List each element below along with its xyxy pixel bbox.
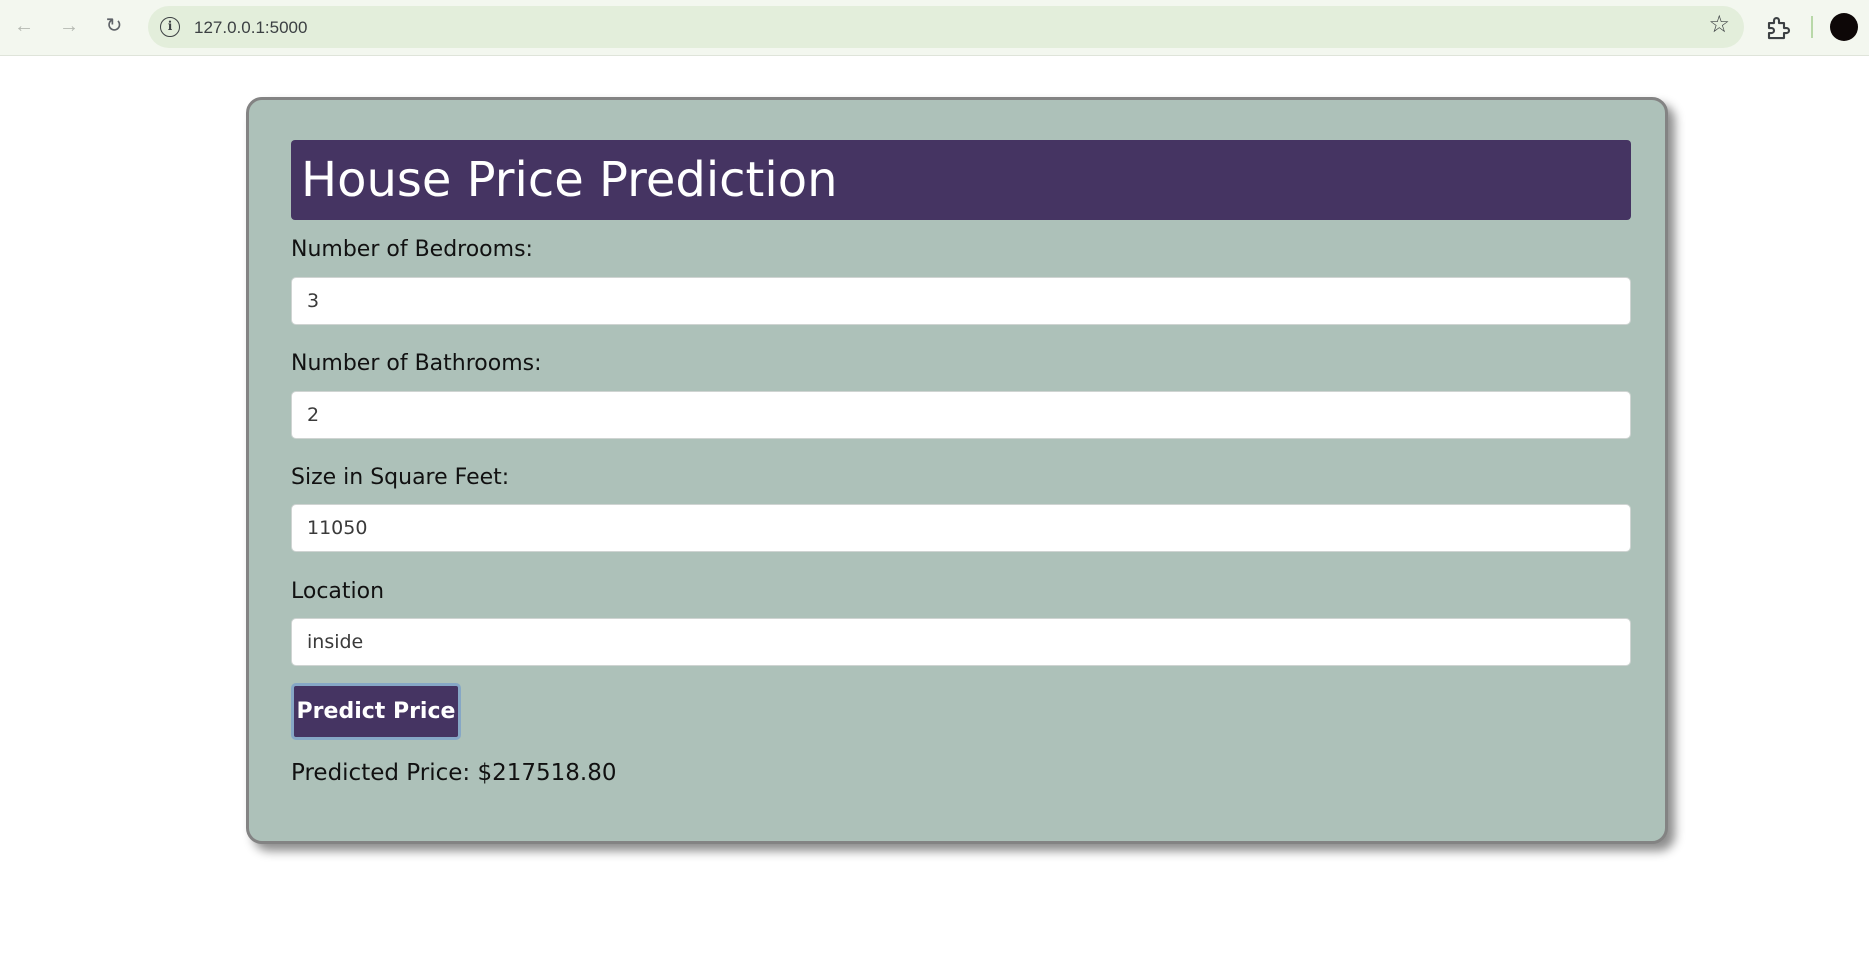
back-button[interactable]: ←	[8, 10, 40, 42]
bedrooms-input[interactable]	[291, 277, 1631, 325]
avatar[interactable]	[1830, 13, 1858, 41]
address-bar[interactable]: i 127.0.0.1:5000 ☆	[148, 6, 1744, 48]
bedrooms-label: Number of Bedrooms:	[291, 237, 533, 262]
size-label: Size in Square Feet:	[291, 465, 510, 490]
forward-button[interactable]: →	[53, 10, 85, 42]
predict-price-button[interactable]: Predict Price	[291, 683, 461, 740]
info-icon[interactable]: i	[160, 17, 180, 37]
location-label: Location	[291, 579, 385, 604]
reload-icon: ↻	[105, 15, 123, 37]
arrow-right-icon: →	[59, 15, 79, 37]
prediction-card: House Price Prediction Number of Bedroom…	[246, 97, 1668, 844]
reload-button[interactable]: ↻	[98, 10, 130, 42]
predicted-price: Predicted Price: $217518.80	[291, 760, 617, 786]
puzzle-icon[interactable]	[1764, 13, 1794, 43]
page-title: House Price Prediction	[301, 152, 838, 208]
size-input[interactable]	[291, 504, 1631, 552]
arrow-left-icon: ←	[14, 15, 34, 37]
bathrooms-label: Number of Bathrooms:	[291, 351, 542, 376]
title-banner: House Price Prediction	[291, 140, 1631, 220]
address-url[interactable]: 127.0.0.1:5000	[194, 18, 307, 38]
browser-toolbar: ← → ↻ i 127.0.0.1:5000 ☆	[0, 0, 1869, 56]
toolbar-divider	[1811, 16, 1813, 38]
bathrooms-input[interactable]	[291, 391, 1631, 439]
location-input[interactable]	[291, 618, 1631, 666]
star-icon[interactable]: ☆	[1708, 13, 1730, 37]
